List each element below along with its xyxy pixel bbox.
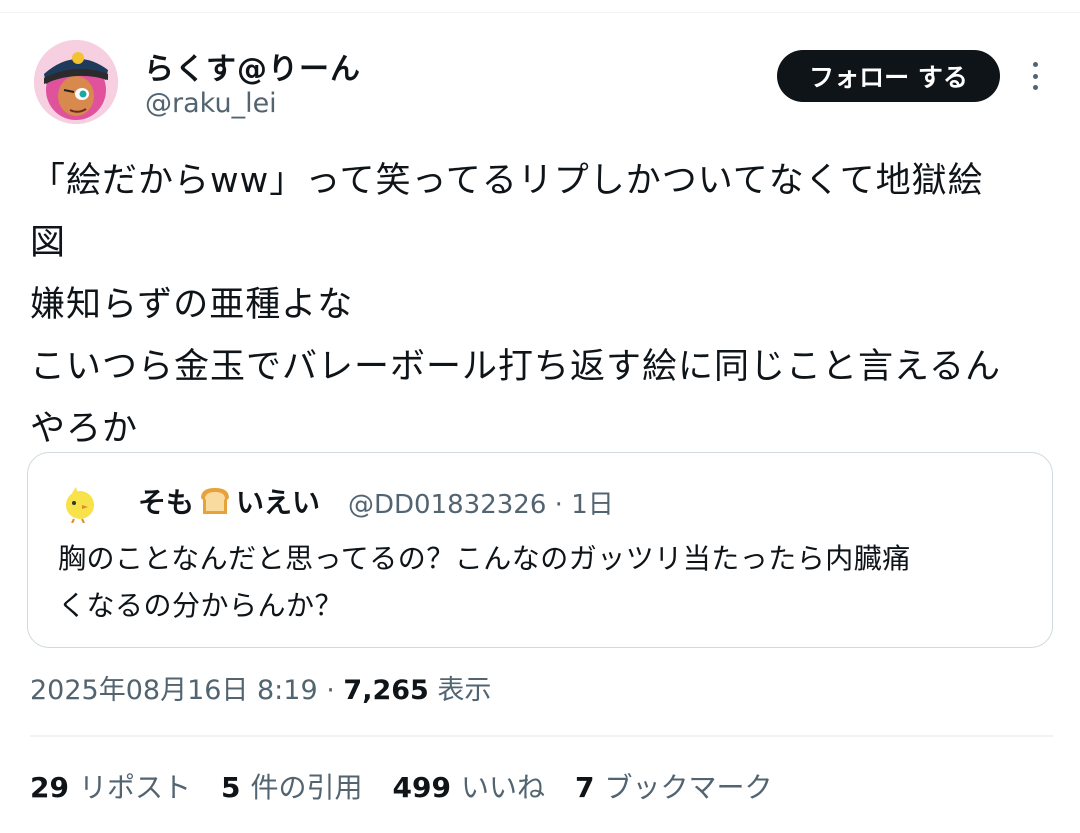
quoted-name-part: そも xyxy=(138,486,195,519)
tweet-text: 「絵だからww」って笑ってるリプしかついてなくて地獄絵 図 嫌知らずの亜種よな … xyxy=(30,150,1060,460)
meta-separator: · xyxy=(554,490,563,520)
more-dot xyxy=(1032,73,1038,79)
author-avatar[interactable] xyxy=(34,40,118,124)
more-dot xyxy=(1032,85,1038,90)
tweet-line: こいつら金玉でバレーボール打ち返す絵に同じこと言えるん xyxy=(30,347,1001,387)
tweet-line: 「絵だからww」って笑ってるリプしかついてなくて地獄絵 xyxy=(30,161,984,201)
avatar-icon xyxy=(34,40,118,124)
views-count: 7,265 xyxy=(343,675,429,706)
follow-button[interactable]: フォロー する xyxy=(777,50,1000,102)
quote-count: 5 xyxy=(220,771,241,804)
engagement-stats: 29 リポスト 5 件の引用 499 いいね 7 ブックマーク xyxy=(30,766,802,806)
like-label: いいね xyxy=(460,771,545,804)
views-label: 表示 xyxy=(437,675,492,706)
quoted-line: くなるの分からんか？ xyxy=(58,589,344,622)
tweet-line: 図 xyxy=(30,223,67,263)
quote-stat[interactable]: 5 件の引用 xyxy=(221,766,363,806)
top-divider xyxy=(0,12,1080,13)
quoted-age[interactable]: 1日 xyxy=(571,490,614,520)
bookmark-stat[interactable]: 7 ブックマーク xyxy=(575,766,773,806)
bookmark-count: 7 xyxy=(574,771,595,804)
tweet-line: やろか xyxy=(30,409,139,449)
chick-avatar-icon xyxy=(66,487,94,523)
quoted-tweet-card[interactable]: そも いえい @DD01832326 · 1日 胸のことなんだと思ってるの？こん… xyxy=(27,452,1053,648)
like-stat[interactable]: 499 いいね xyxy=(392,766,544,806)
quoted-line: 胸のことなんだと思ってるの？こんなのガッツリ当たったら内臓痛 xyxy=(58,542,911,575)
repost-stat[interactable]: 29 リポスト xyxy=(30,766,191,806)
quoted-name-part: いえい xyxy=(236,486,321,519)
quote-label: 件の引用 xyxy=(250,771,363,804)
quoted-text: 胸のことなんだと思ってるの？こんなのガッツリ当たったら内臓痛 くなるの分からんか… xyxy=(58,535,1048,629)
more-dot xyxy=(1032,62,1038,67)
timestamp-separator: · xyxy=(326,675,335,706)
stats-divider xyxy=(30,735,1053,737)
bookmark-label: ブックマーク xyxy=(604,771,773,804)
bread-emoji-icon xyxy=(201,488,230,514)
tweet-line: 嫌知らずの亜種よな xyxy=(30,285,354,325)
post-timestamp: 2025年08月16日 8:19 · 7,265 表示 xyxy=(30,668,491,707)
repost-count: 29 xyxy=(30,771,69,804)
quoted-handle[interactable]: @DD01832326 xyxy=(348,490,546,520)
repost-label: リポスト xyxy=(78,771,191,804)
author-name[interactable]: らくす@りーん xyxy=(144,44,361,88)
post-datetime[interactable]: 2025年08月16日 8:19 xyxy=(30,675,318,706)
more-options-icon[interactable] xyxy=(1022,58,1048,94)
quoted-meta: @DD01832326 · 1日 xyxy=(348,484,614,521)
quoted-author-name[interactable]: そも いえい xyxy=(138,481,320,521)
like-count: 499 xyxy=(392,771,451,804)
author-handle[interactable]: @raku_lei xyxy=(145,88,277,119)
